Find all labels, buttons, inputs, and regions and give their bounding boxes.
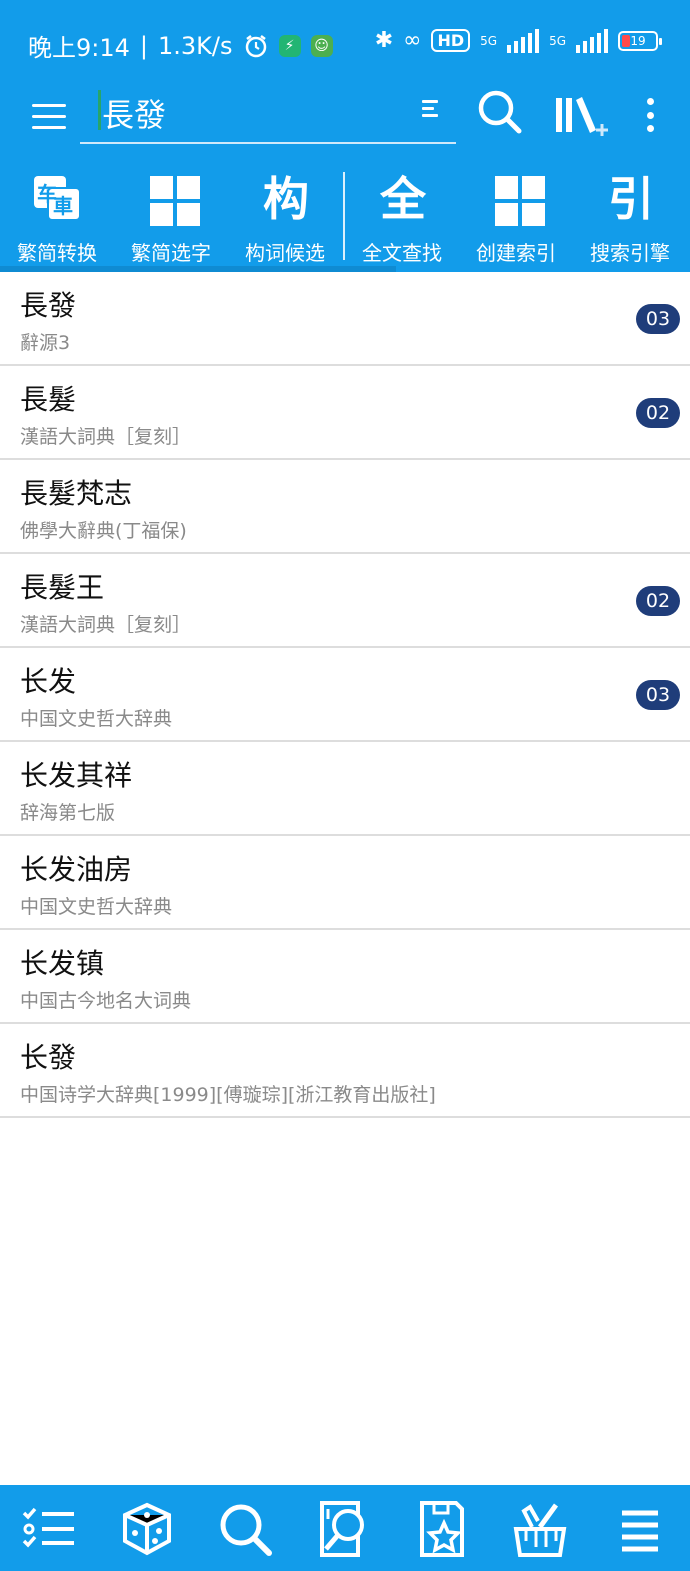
entry-source: 中国文史哲大辞典: [20, 896, 173, 918]
entry-source: 辭源3: [20, 332, 71, 354]
bluetooth-icon: ✱: [374, 28, 394, 53]
search-toolbar: 長發: [0, 86, 690, 158]
signal-icon-2: [576, 28, 608, 53]
list-item[interactable]: 長髮梵志 佛學大辭典(丁福保): [0, 460, 690, 554]
tool-strip: 车車 繁简转换 繁简选字 构 构词候选 全 全文查找 创建索引 引 搜索引擎: [0, 160, 690, 272]
tool-label: 构词候选: [245, 241, 325, 265]
tool-fulltext[interactable]: 全 全文查找: [345, 160, 459, 272]
entry-word: 长发: [20, 665, 77, 698]
bottom-nav: [0, 1485, 690, 1571]
shield-icon: ⚡: [278, 34, 301, 57]
checklist-icon[interactable]: [18, 1499, 78, 1559]
status-time: 晚上9:14: [28, 34, 130, 62]
tools-basket-icon[interactable]: [510, 1499, 570, 1559]
text-cursor: [98, 90, 101, 130]
grid-icon: [146, 172, 200, 226]
entry-source: 中国古今地名大词典: [20, 990, 192, 1012]
count-badge: 03: [636, 680, 680, 710]
more-options-icon[interactable]: [640, 94, 660, 136]
count-badge: 02: [636, 398, 680, 428]
result-list: 長發 辭源3 03 長髮 漢語大詞典［复刻］ 02 長髮梵志 佛學大辭典(丁福保…: [0, 272, 690, 1118]
random-dice-icon[interactable]: [117, 1499, 177, 1559]
entry-word: 長髮梵志: [20, 477, 133, 510]
entry-source: 漢語大詞典［复刻］: [20, 426, 192, 448]
svg-text:車: 車: [53, 194, 73, 218]
grid-icon: [491, 172, 545, 226]
entry-word: 长发油房: [20, 853, 133, 886]
list-item[interactable]: 长发镇 中国古今地名大词典: [0, 930, 690, 1024]
entry-word: 長發: [20, 289, 77, 322]
tool-label: 全文查找: [362, 241, 442, 265]
top-app-bar: 晚上9:14 | 1.3K/s ⚡ ☺ ✱ ∞ HD 5G 5G 19 長發 车…: [0, 0, 690, 272]
list-item[interactable]: 长发油房 中国文史哲大辞典: [0, 836, 690, 930]
count-badge: 03: [636, 304, 680, 334]
favorites-icon[interactable]: [412, 1499, 472, 1559]
tool-label: 创建索引: [476, 241, 556, 265]
alarm-icon: [245, 34, 266, 57]
battery-icon: 19: [618, 30, 662, 51]
list-item[interactable]: 長發 辭源3 03: [0, 272, 690, 366]
entry-word: 长发镇: [20, 947, 105, 980]
compose-icon: 构: [263, 172, 309, 226]
app-notification-icon: ☺: [310, 34, 333, 57]
list-item[interactable]: 长發 中国诗学大辞典[1999][傅璇琮][浙江教育出版社]: [0, 1024, 690, 1118]
search-input[interactable]: 長發: [80, 86, 456, 144]
filter-icon[interactable]: [422, 100, 442, 120]
search-query: 長發: [102, 96, 167, 134]
book-search-icon[interactable]: [314, 1499, 374, 1559]
count-badge: 02: [636, 586, 680, 616]
list-item[interactable]: 长发其祥 辞海第七版: [0, 742, 690, 836]
tool-engine[interactable]: 引 搜索引擎: [573, 160, 687, 272]
list-item[interactable]: 长发 中国文史哲大辞典 03: [0, 648, 690, 742]
entry-source: 中国文史哲大辞典: [20, 708, 173, 730]
network-type-2: 5G: [549, 33, 566, 48]
list-item[interactable]: 長髮 漢語大詞典［复刻］ 02: [0, 366, 690, 460]
battery-level: 19: [630, 33, 646, 48]
tool-label: 繁简转换: [17, 241, 97, 265]
entry-word: 长发其祥: [20, 759, 133, 792]
entry-source: 辞海第七版: [20, 802, 116, 824]
menu-icon[interactable]: [30, 96, 70, 136]
list-menu-icon[interactable]: [610, 1499, 670, 1559]
entry-word: 長髮: [20, 383, 77, 416]
entry-word: 长發: [20, 1041, 77, 1074]
hd-voice-badge: HD: [431, 29, 471, 52]
add-library-icon[interactable]: [552, 90, 612, 140]
entry-source: 漢語大詞典［复刻］: [20, 614, 192, 636]
engine-icon: 引: [608, 172, 654, 226]
status-bar: 晚上9:14 | 1.3K/s ⚡ ☺ ✱ ∞ HD 5G 5G 19: [0, 0, 690, 86]
tool-label: 搜索引擎: [590, 241, 670, 265]
tool-convert[interactable]: 车車 繁简转换: [0, 160, 114, 272]
fulltext-icon: 全: [380, 172, 426, 226]
tool-compose[interactable]: 构 构词候选: [228, 160, 342, 272]
convert-icon: 车車: [32, 172, 84, 226]
list-item[interactable]: 長髮王 漢語大詞典［复刻］ 02: [0, 554, 690, 648]
hotspot-icon: ∞: [403, 28, 422, 53]
network-speed: 1.3K/s: [158, 31, 233, 60]
search-nav-icon[interactable]: [215, 1499, 275, 1559]
tool-select-char[interactable]: 繁简选字: [114, 160, 228, 272]
network-type-1: 5G: [480, 33, 498, 48]
signal-icon: [507, 28, 540, 53]
entry-word: 長髮王: [20, 571, 105, 604]
tool-index[interactable]: 创建索引: [459, 160, 573, 272]
tool-label: 繁简选字: [131, 241, 211, 265]
entry-source: 佛學大辭典(丁福保): [20, 520, 187, 542]
search-icon[interactable]: [476, 88, 524, 136]
entry-source: 中国诗学大辞典[1999][傅璇琮][浙江教育出版社]: [20, 1084, 436, 1106]
